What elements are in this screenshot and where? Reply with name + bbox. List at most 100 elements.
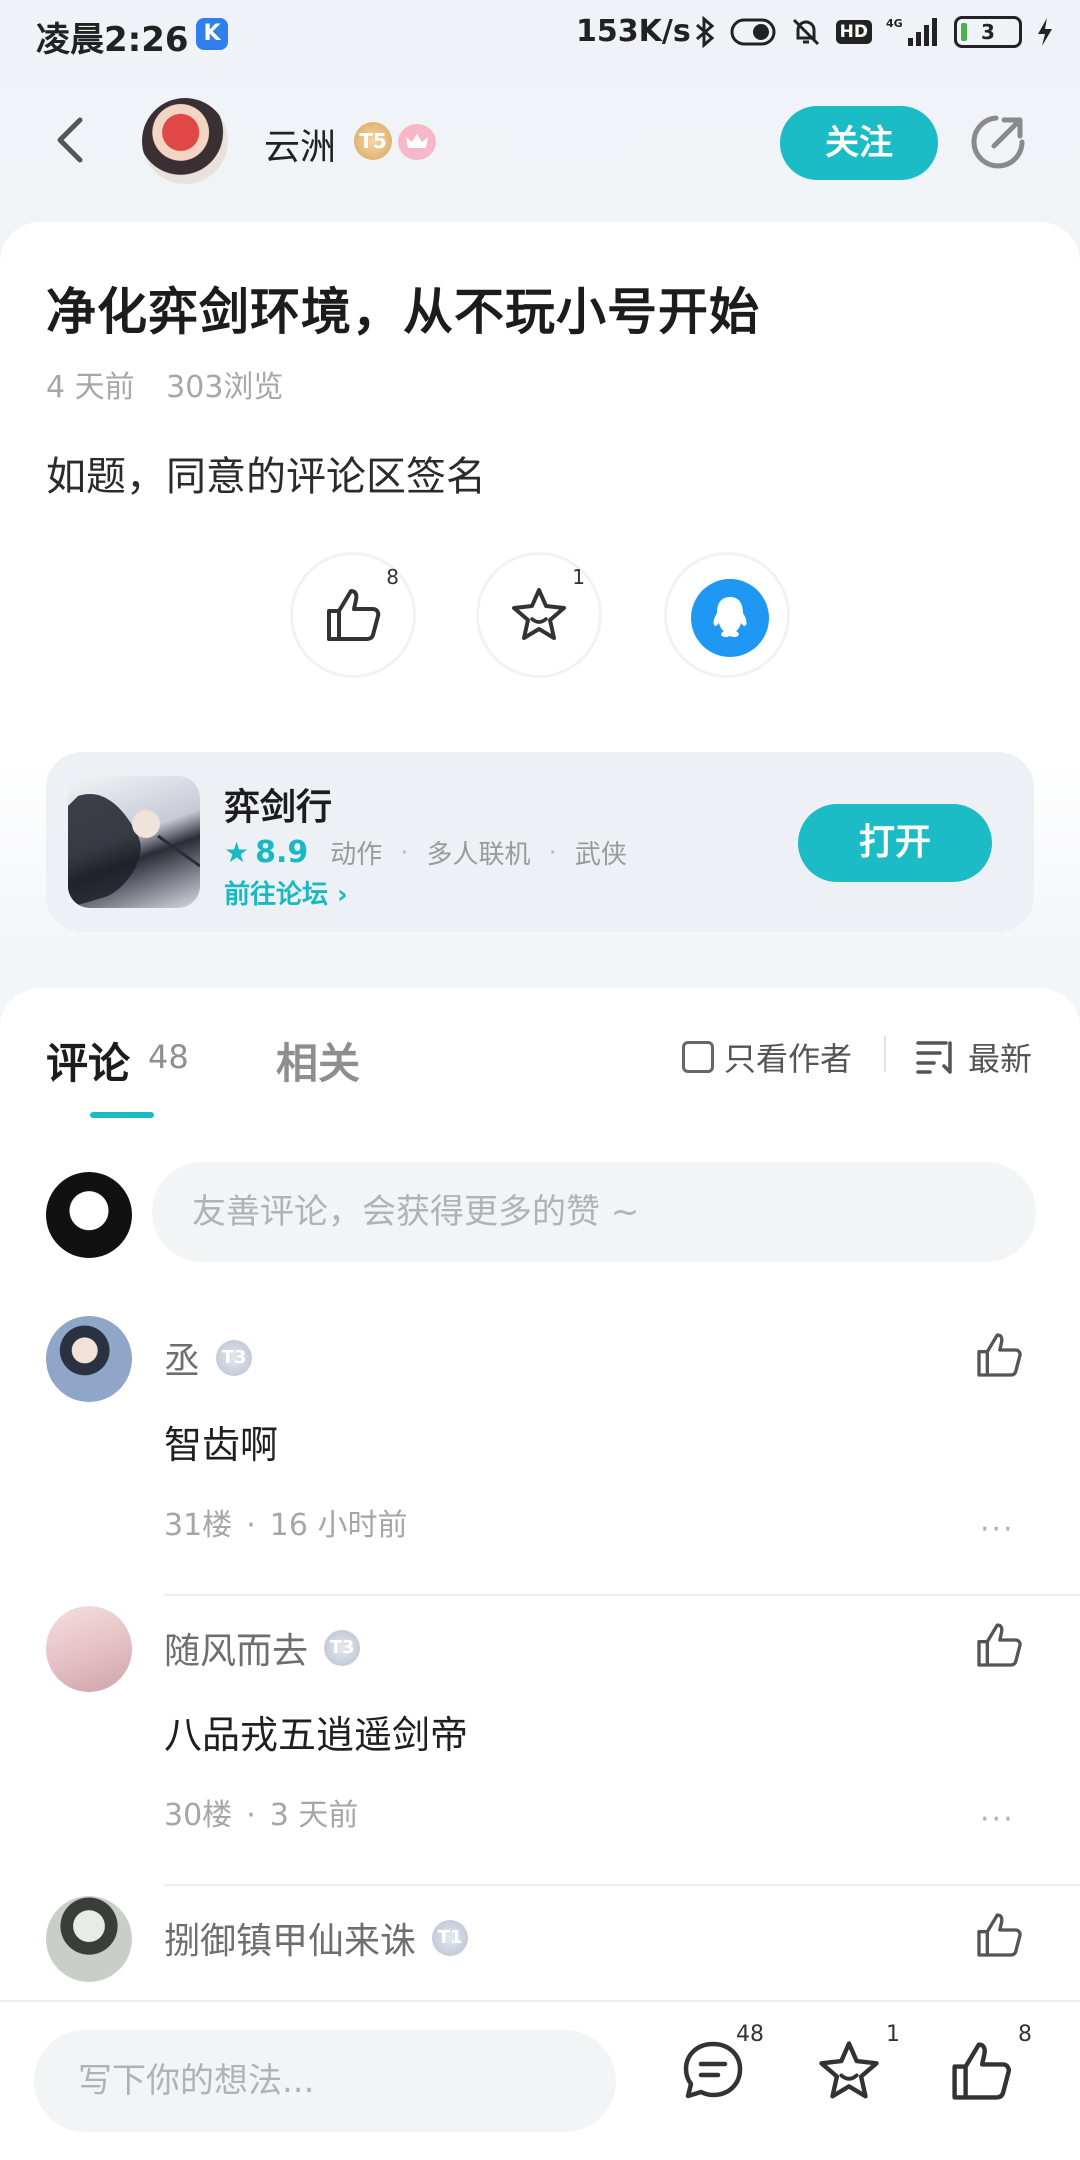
svg-text:4G: 4G bbox=[886, 17, 903, 30]
post-meta: 4 天前 303浏览 bbox=[46, 362, 283, 406]
qq-icon bbox=[691, 579, 769, 657]
favorite-bottom-button[interactable]: 1 bbox=[816, 2022, 900, 2114]
author-avatar[interactable] bbox=[142, 98, 228, 184]
level-badge: T3 bbox=[216, 1340, 253, 1376]
bottom-action-bar: 写下你的想法... 48 1 8 bbox=[0, 2000, 1080, 2160]
k-app-icon: K bbox=[196, 18, 228, 50]
level-badge: T1 bbox=[432, 1920, 469, 1956]
comment-text: 智齿啊 bbox=[164, 1423, 279, 1467]
comment-time: 3 天前 bbox=[269, 1798, 359, 1833]
toggle-icon bbox=[730, 18, 776, 46]
battery-icon: 3 bbox=[954, 16, 1022, 48]
bell-muted-icon bbox=[792, 18, 819, 46]
network-speed: 153K/s bbox=[576, 14, 691, 49]
hd-badge: HD bbox=[835, 20, 872, 44]
comment-meta: 30楼 · 3 天前 bbox=[164, 1798, 359, 1833]
follow-button[interactable]: 关注 bbox=[780, 106, 938, 180]
open-game-button[interactable]: 打开 bbox=[798, 804, 992, 882]
comment-icon bbox=[683, 2041, 743, 2099]
bluetooth-icon bbox=[695, 16, 714, 48]
tag-separator: · bbox=[548, 837, 557, 868]
share-icon bbox=[971, 115, 1025, 169]
only-author-toggle[interactable]: 只看作者 bbox=[682, 1034, 852, 1080]
game-rating: 8.9 bbox=[255, 835, 309, 870]
comment-floor: 30楼 bbox=[164, 1798, 233, 1833]
post-views: 303浏览 bbox=[166, 370, 284, 405]
my-avatar bbox=[46, 1172, 132, 1258]
comment-like-icon[interactable] bbox=[974, 1620, 1024, 1670]
star-icon bbox=[512, 588, 566, 640]
comment-like-icon[interactable] bbox=[974, 1330, 1024, 1380]
comments-button[interactable]: 48 bbox=[680, 2022, 764, 2114]
favorite-count: 1 bbox=[886, 2022, 900, 2047]
rating-star-icon: ★ bbox=[224, 836, 250, 869]
divider bbox=[164, 1594, 1080, 1596]
thumbs-up-icon bbox=[327, 589, 381, 641]
comment-like-icon[interactable] bbox=[974, 1910, 1024, 1960]
divider bbox=[884, 1036, 886, 1072]
game-tag: 武侠 bbox=[574, 840, 627, 870]
divider bbox=[164, 1884, 1080, 1886]
game-name[interactable]: 弈剑行 bbox=[224, 778, 332, 830]
post-title: 净化弈剑环境，从不玩小号开始 bbox=[46, 283, 760, 341]
status-icons: HD 4G 3 bbox=[694, 12, 1054, 52]
commenter-avatar[interactable] bbox=[46, 1606, 132, 1692]
comments-count: 48 bbox=[148, 1038, 189, 1076]
chevron-left-icon bbox=[57, 117, 83, 163]
comment-input[interactable]: 友善评论，会获得更多的赞 ~ bbox=[152, 1162, 1036, 1262]
forum-link[interactable]: 前往论坛 › bbox=[224, 874, 348, 911]
tab-related[interactable]: 相关 bbox=[276, 1030, 360, 1091]
status-bar: 凌晨2:26 K 153K/s HD 4G 3 bbox=[0, 0, 1080, 66]
tab-comments[interactable]: 评论 bbox=[46, 1030, 130, 1091]
reply-input[interactable]: 写下你的想法... bbox=[34, 2030, 616, 2132]
crown-badge-icon bbox=[398, 124, 436, 160]
like-button[interactable]: 8 bbox=[290, 552, 416, 678]
comment-text: 八品戎五逍遥剑帝 bbox=[164, 1713, 469, 1757]
comment-count: 48 bbox=[736, 2022, 764, 2047]
comment-floor: 31楼 bbox=[164, 1508, 233, 1543]
tag-separator: · bbox=[400, 837, 409, 868]
commenter[interactable]: 捌御镇甲仙来诛 T1 bbox=[164, 1912, 469, 1964]
comment-time: 16 小时前 bbox=[269, 1508, 408, 1543]
commenter-avatar[interactable] bbox=[46, 1896, 132, 1982]
post-time: 4 天前 bbox=[46, 370, 135, 405]
back-button[interactable] bbox=[44, 110, 104, 170]
game-card[interactable]: 弈剑行 ★ 8.9 动作 · 多人联机 · 武侠 前往论坛 › 打开 bbox=[46, 752, 1034, 932]
author-name[interactable]: 云洲 bbox=[264, 118, 336, 170]
favorite-button[interactable]: 1 bbox=[476, 552, 602, 678]
sort-button[interactable]: 最新 bbox=[916, 1034, 1032, 1080]
sort-icon bbox=[916, 1041, 952, 1074]
comment-item: 丞 T3 智齿啊 31楼 · 16 小时前 ··· bbox=[0, 1316, 1080, 1606]
sort-label: 最新 bbox=[968, 1040, 1033, 1078]
more-options-icon[interactable]: ··· bbox=[980, 1512, 1015, 1547]
favorite-count: 1 bbox=[572, 565, 585, 589]
game-icon[interactable] bbox=[68, 776, 200, 908]
commenter[interactable]: 丞 T3 bbox=[164, 1332, 253, 1384]
status-time: 凌晨2:26 bbox=[36, 20, 189, 60]
thumbs-up-icon bbox=[952, 2042, 1011, 2100]
commenter-name: 随风而去 bbox=[164, 1631, 309, 1672]
active-tab-indicator bbox=[90, 1112, 154, 1118]
like-count: 8 bbox=[1018, 2022, 1032, 2047]
game-rating-row: ★ 8.9 动作 · 多人联机 · 武侠 bbox=[224, 834, 627, 871]
comment-item: 随风而去 T3 八品戎五逍遥剑帝 30楼 · 3 天前 ··· bbox=[0, 1606, 1080, 1896]
charging-icon bbox=[1038, 18, 1052, 46]
like-count: 8 bbox=[386, 565, 399, 589]
commenter[interactable]: 随风而去 T3 bbox=[164, 1622, 361, 1674]
game-tag: 多人联机 bbox=[426, 840, 531, 870]
qq-share-button[interactable] bbox=[664, 552, 790, 678]
game-tag: 动作 bbox=[330, 840, 383, 870]
signal-icon: 4G bbox=[886, 17, 937, 46]
commenter-avatar[interactable] bbox=[46, 1316, 132, 1402]
comments-panel: 评论 48 相关 只看作者 最新 友善评论，会获得更多的赞 ~ 丞 T3 智齿啊… bbox=[0, 988, 1080, 2160]
share-button[interactable] bbox=[966, 110, 1030, 174]
level-badge: T3 bbox=[324, 1630, 361, 1666]
like-bottom-button[interactable]: 8 bbox=[948, 2022, 1032, 2114]
more-options-icon[interactable]: ··· bbox=[980, 1802, 1015, 1837]
post-card: 净化弈剑环境，从不玩小号开始 4 天前 303浏览 如题，同意的评论区签名 8 … bbox=[0, 222, 1080, 942]
post-body: 如题，同意的评论区签名 bbox=[46, 454, 486, 500]
post-header: 云洲 T5 关注 bbox=[0, 80, 1080, 210]
checkbox-icon[interactable] bbox=[682, 1041, 714, 1073]
star-icon bbox=[819, 2041, 879, 2099]
commenter-name: 捌御镇甲仙来诛 bbox=[164, 1921, 417, 1962]
